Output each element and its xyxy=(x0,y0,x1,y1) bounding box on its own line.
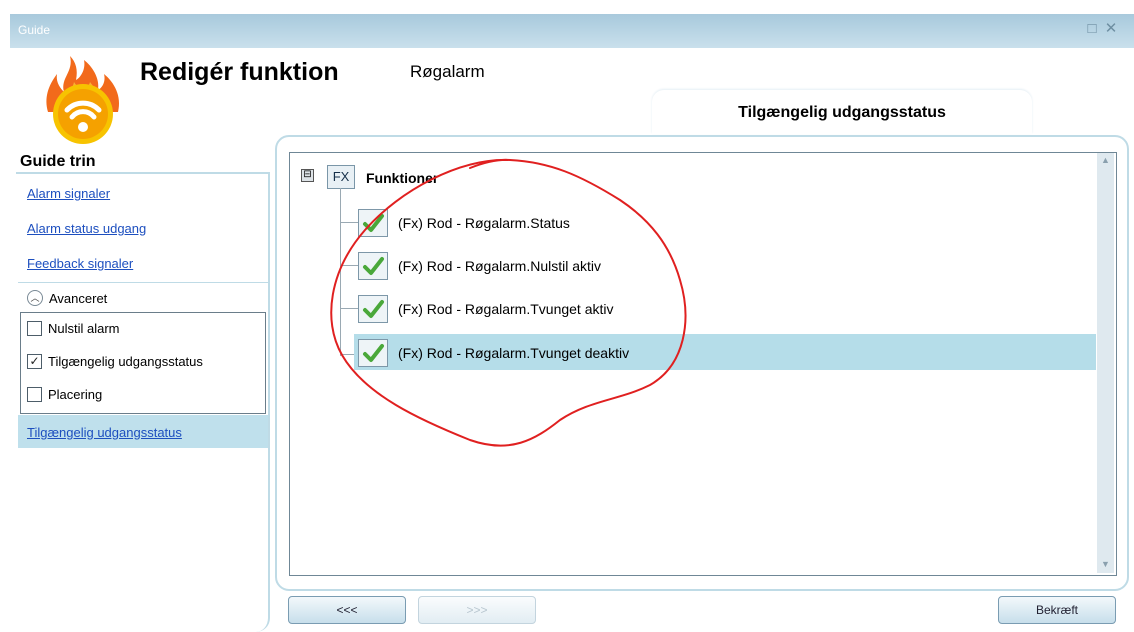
option-label: Placering xyxy=(48,387,103,402)
tab-tilgaengelig-udgangsstatus[interactable]: Tilgængelig udgangsstatus xyxy=(652,90,1032,134)
previous-button[interactable]: <<< xyxy=(288,596,406,624)
chevron-up-icon: ︿ xyxy=(27,290,43,306)
sidebar-link-feedback-signaler[interactable]: Feedback signaler xyxy=(27,256,133,271)
scroll-down-icon[interactable]: ▼ xyxy=(1097,557,1114,571)
next-button[interactable]: >>> xyxy=(418,596,536,624)
advanced-toggle[interactable]: ︿ Avanceret xyxy=(27,290,107,306)
option-label: Nulstil alarm xyxy=(48,321,120,336)
page-subtitle: Røgalarm xyxy=(410,62,485,81)
option-label: Tilgængelig udgangsstatus xyxy=(48,354,203,369)
scroll-up-icon[interactable]: ▲ xyxy=(1097,153,1114,167)
checkbox-checked[interactable]: ✓ xyxy=(27,354,42,369)
maximize-icon[interactable]: □ xyxy=(1085,21,1099,36)
sidebar-title: Guide trin xyxy=(20,153,96,170)
confirm-button[interactable]: Bekræft xyxy=(998,596,1116,624)
checkbox-unchecked[interactable] xyxy=(27,387,42,402)
advanced-label: Avanceret xyxy=(49,290,108,306)
close-icon[interactable]: ✕ xyxy=(1104,21,1118,36)
red-annotation-circle xyxy=(330,158,687,447)
page-title: Redigér funktion xyxy=(140,58,339,86)
option-nulstil-alarm[interactable]: Nulstil alarm xyxy=(27,321,120,336)
checkbox-unchecked[interactable] xyxy=(27,321,42,336)
collapse-icon[interactable]: ⊟ xyxy=(301,169,314,182)
vertical-scrollbar[interactable]: ▲ ▼ xyxy=(1097,153,1114,573)
sidebar-link-tilgaengelig-udgangsstatus[interactable]: Tilgængelig udgangsstatus xyxy=(27,425,182,440)
sidebar-link-alarm-signaler[interactable]: Alarm signaler xyxy=(27,186,110,201)
option-tilgaengelig-udgangsstatus[interactable]: ✓ Tilgængelig udgangsstatus xyxy=(27,354,203,369)
sidebar-divider xyxy=(18,282,268,283)
sidebar-link-alarm-status-udgang[interactable]: Alarm status udgang xyxy=(27,221,146,236)
window-titlebar: Guide □ ✕ xyxy=(10,14,1134,48)
smoke-alarm-logo xyxy=(46,56,120,144)
option-placering[interactable]: Placering xyxy=(27,387,102,402)
tab-label: Tilgængelig udgangsstatus xyxy=(738,104,946,121)
window-title: Guide xyxy=(18,23,51,37)
